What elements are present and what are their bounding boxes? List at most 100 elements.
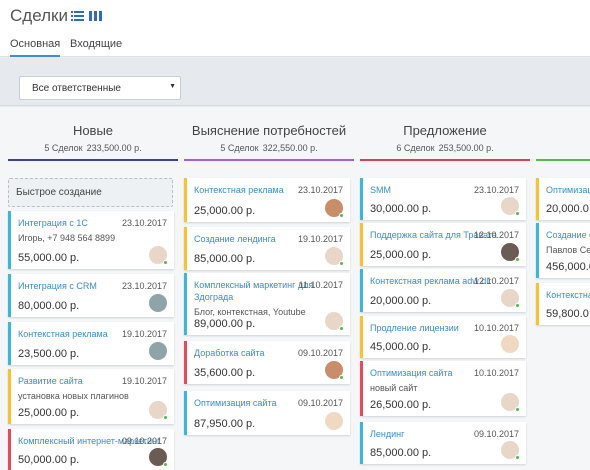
deal-date: 19.10.2017	[297, 234, 343, 244]
deal-card[interactable]: Оптимизация сайта 10.10.2017 новый сайт 26,…	[360, 361, 526, 416]
deal-date: 09.10.2017	[297, 348, 343, 358]
deal-date: 11.10.2017	[298, 280, 343, 290]
online-status-icon	[515, 407, 520, 412]
deal-card[interactable]: Контекстная реклама 23.10.2017 25,000.00 р…	[184, 178, 350, 222]
column-title: Выяснение потребностей	[191, 123, 347, 138]
kanban-column: 3 С Оптимизац 20,000.0 Создание с Павлов Сер…	[536, 107, 590, 470]
deal-amount: 59,800.0	[546, 308, 589, 320]
deal-title-link[interactable]: Лендинг	[370, 429, 404, 439]
avatar[interactable]	[501, 289, 520, 308]
deal-card[interactable]: Интеграция с 1С 23.10.2017 Игорь, +7 948 5…	[8, 211, 174, 269]
quick-create-button[interactable]: Быстрое создание	[8, 178, 173, 207]
avatar[interactable]	[325, 199, 344, 218]
deal-card[interactable]: SMM 23.10.2017 30,000.00 р.	[360, 178, 526, 220]
deal-title-link[interactable]: Контекстная реклама	[18, 329, 108, 339]
deal-card[interactable]: Создание лендинга 19.10.2017 85,000.00 р.	[184, 227, 350, 270]
avatar[interactable]	[149, 401, 168, 420]
tab-incoming[interactable]: Входящие	[70, 38, 122, 50]
avatar[interactable]	[325, 312, 344, 331]
deal-date: 23.10.2017	[121, 281, 167, 291]
column-summary: 5 Сделок 322,550.00 р.	[184, 143, 354, 153]
deal-info: Павлов Сер	[546, 245, 590, 255]
chevron-down-icon: ▼	[169, 83, 176, 90]
avatar[interactable]	[501, 441, 520, 460]
deal-card[interactable]: Развитие сайта 19.10.2017 установка новых …	[8, 369, 174, 424]
avatar[interactable]	[325, 247, 344, 266]
deal-card[interactable]: Продление лицензии 10.10.2017 45,000.00 р.	[360, 316, 526, 358]
deal-title-link[interactable]: Контекстна	[546, 290, 590, 300]
avatar[interactable]	[325, 412, 343, 430]
deal-title-link[interactable]: Оптимизация сайта	[370, 368, 453, 378]
avatar-face	[325, 412, 343, 430]
deal-info: Блог, контекстная, Youtube	[194, 307, 306, 317]
tab-main[interactable]: Основная	[10, 38, 61, 57]
deal-amount: 89,000.00 р.	[194, 318, 256, 330]
deal-title-link[interactable]: Развитие сайта	[18, 376, 83, 386]
avatar[interactable]	[149, 294, 167, 312]
deal-info: новый сайт	[370, 383, 418, 393]
deal-card[interactable]: Доработка сайта 09.10.2017 35,600.00 р.	[184, 341, 350, 384]
deal-title-link[interactable]: Контекстная реклама	[194, 185, 284, 195]
deal-title-link[interactable]: Оптимизац	[546, 185, 590, 195]
responsible-filter-select[interactable]: Все ответственные ▼	[19, 76, 181, 100]
column-deal-count: 5 Сделок	[44, 143, 83, 153]
column-header: 3 С	[536, 123, 590, 161]
avatar[interactable]	[501, 197, 520, 216]
deal-date: 23.10.2017	[473, 185, 519, 195]
deal-amount: 26,500.00 р.	[370, 399, 432, 411]
online-status-icon	[515, 455, 520, 460]
deal-card[interactable]: Оптимизация сайта 09.10.2017 87,950.00 р.	[184, 391, 350, 435]
deal-card[interactable]: Лендинг 09.10.2017 85,000.00 р.	[360, 422, 526, 464]
deal-date: 10.10.2017	[473, 323, 519, 333]
avatar[interactable]	[149, 448, 168, 467]
deal-card[interactable]: Контекстна 59,800.0	[536, 283, 590, 325]
avatar[interactable]	[149, 342, 167, 360]
avatar[interactable]	[501, 243, 520, 262]
deal-title-link[interactable]: Оптимизация сайта	[194, 398, 277, 408]
deal-card[interactable]: Оптимизац 20,000.0	[536, 178, 590, 220]
deal-title-link[interactable]: SMM	[370, 185, 391, 195]
avatar[interactable]	[325, 361, 344, 380]
deal-card[interactable]: Интеграция с CRM 23.10.2017 80,000.00 р.	[8, 274, 174, 317]
column-deal-count: 5 Сделок	[220, 143, 259, 153]
deal-info: Игорь, +7 948 564 8899	[18, 233, 116, 243]
deal-title-link[interactable]: Интеграция с 1С	[18, 218, 88, 228]
online-status-icon	[163, 415, 168, 420]
avatar[interactable]	[501, 393, 520, 412]
kanban-column: Предложение 6 Сделок 253,500.00 р. SMM 23.10…	[360, 107, 530, 470]
deal-amount: 50,000.00 р.	[18, 454, 80, 466]
deal-amount: 20,000.00 р.	[370, 295, 432, 307]
online-status-icon	[339, 213, 344, 218]
online-status-icon	[515, 211, 520, 216]
deal-title-link[interactable]: Доработка сайта	[194, 348, 265, 358]
deal-title-link[interactable]: Продление лицензии	[370, 323, 459, 333]
deal-title-link[interactable]: Интеграция с CRM	[18, 281, 97, 291]
deal-card[interactable]: Комплексный маркетинг для Здоградa 11.10.2…	[184, 273, 350, 335]
deal-title-link[interactable]: Здоградa	[194, 292, 233, 302]
online-status-icon	[339, 375, 344, 380]
column-header: Новые 5 Сделок 233,500.00 р.	[8, 123, 178, 161]
deal-card[interactable]: Контекстная реклама adw dir 12.10.2017 20,…	[360, 269, 526, 312]
deal-card[interactable]: Контекстная реклама 19.10.2017 23,500.00 р…	[8, 322, 174, 365]
column-color-line	[184, 159, 354, 161]
deal-card[interactable]: Комплексный интернет-маркетинг 09.10.2017…	[8, 429, 174, 470]
avatar[interactable]	[149, 246, 168, 265]
deal-title-link[interactable]: Создание с	[546, 230, 590, 240]
column-deal-sum: 253,500.00 р.	[438, 143, 494, 153]
column-deal-count: 6 Сделок	[396, 143, 435, 153]
column-color-line	[8, 159, 178, 161]
column-deal-sum: 233,500.00 р.	[86, 143, 142, 153]
deal-amount: 85,000.00 р.	[370, 447, 432, 459]
deal-card[interactable]: Поддержка сайта для Травата 12.10.2017 25,…	[360, 223, 526, 266]
column-deal-sum: 322,550.00 р.	[262, 143, 318, 153]
kanban-column: Выяснение потребностей 5 Сделок 322,550.00…	[184, 107, 354, 470]
kanban-view-icon[interactable]	[89, 11, 102, 21]
avatar[interactable]	[501, 335, 519, 353]
deal-title-link[interactable]: Комплексный маркетинг для	[194, 280, 313, 290]
deal-card[interactable]: Создание с Павлов Сер 456,000.0	[536, 223, 590, 278]
deal-date: 09.10.2017	[473, 429, 519, 439]
deal-title-link[interactable]: Создание лендинга	[194, 234, 276, 244]
deal-amount: 35,600.00 р.	[194, 367, 256, 379]
column-summary: 3 С	[536, 128, 590, 138]
list-view-icon[interactable]	[71, 11, 84, 21]
